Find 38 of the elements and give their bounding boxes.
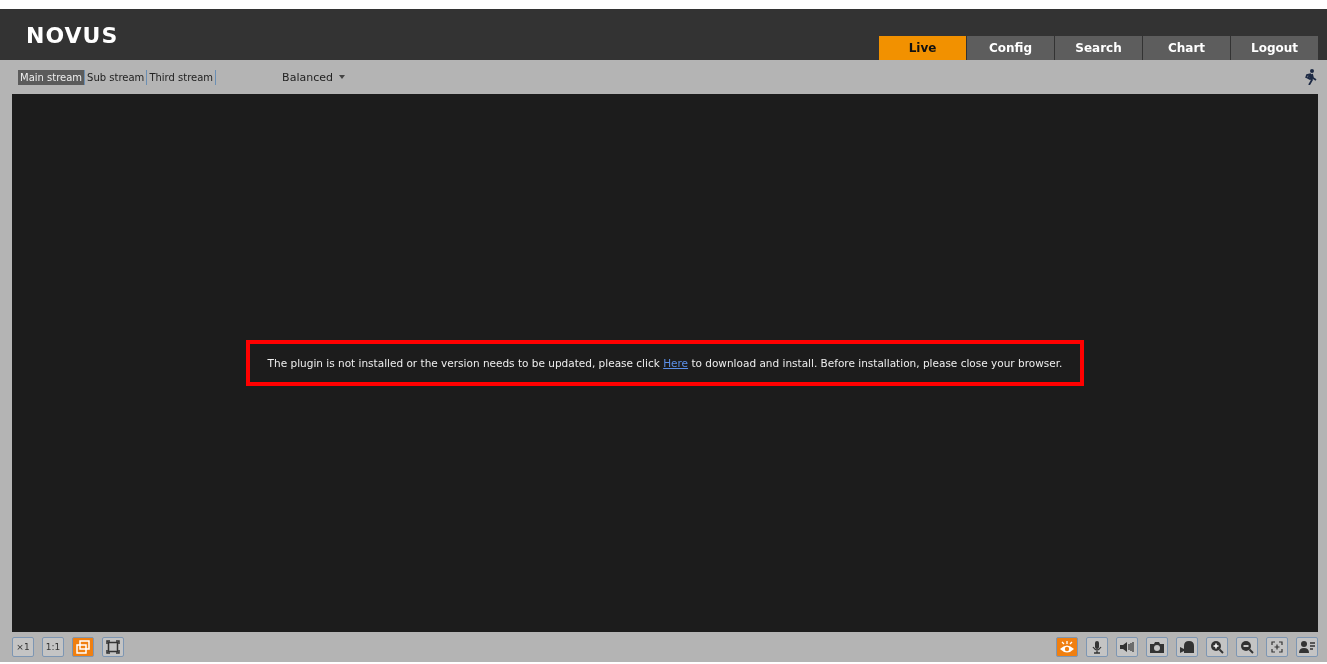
- nav-tab[interactable]: Logout: [1231, 36, 1318, 60]
- scale-button[interactable]: ×1: [12, 637, 34, 657]
- running-person-icon[interactable]: [1304, 69, 1318, 85]
- user-card-icon: [1299, 640, 1315, 654]
- zoom-in-button[interactable]: [1206, 637, 1228, 657]
- mic-button[interactable]: [1086, 637, 1108, 657]
- fullscreen-button[interactable]: [102, 637, 124, 657]
- zoom-in-icon: [1210, 640, 1224, 654]
- stream-tab[interactable]: Third stream: [147, 69, 217, 85]
- stream-tab[interactable]: Main stream: [18, 69, 86, 85]
- focus-icon: [1271, 641, 1283, 653]
- fit-button[interactable]: 1:1: [42, 637, 64, 657]
- camera-icon: [1149, 640, 1165, 654]
- zoom-out-button[interactable]: [1236, 637, 1258, 657]
- windows-icon: [76, 640, 90, 654]
- nav-tab[interactable]: Search: [1055, 36, 1142, 60]
- eye-icon: [1059, 640, 1075, 654]
- person-button[interactable]: [1296, 637, 1318, 657]
- quality-dropdown[interactable]: Balanced: [276, 69, 351, 85]
- windows-button[interactable]: [72, 637, 94, 657]
- nav-tab[interactable]: Live: [879, 36, 966, 60]
- fullscreen-icon: [106, 640, 120, 654]
- download-link[interactable]: Here: [663, 357, 689, 369]
- speaker-icon: [1119, 640, 1135, 654]
- stream-tab[interactable]: Sub stream: [85, 69, 148, 85]
- logo: NOVUS: [26, 23, 119, 48]
- nav-tab[interactable]: Config: [967, 36, 1054, 60]
- microphone-icon: [1091, 640, 1103, 654]
- focus-button[interactable]: [1266, 637, 1288, 657]
- plugin-message: The plugin is not installed or the version needs to be updated, please click Here to download and install. Before installation, please close your browser.: [267, 357, 1063, 369]
- record-button[interactable]: [1176, 637, 1198, 657]
- camera-button[interactable]: [1146, 637, 1168, 657]
- zoom-out-icon: [1240, 640, 1254, 654]
- nav-tab[interactable]: Chart: [1143, 36, 1230, 60]
- caret-icon: [338, 75, 345, 79]
- video-camera-icon: [1179, 640, 1195, 654]
- speaker-button[interactable]: [1116, 637, 1138, 657]
- eye-button[interactable]: [1056, 637, 1078, 657]
